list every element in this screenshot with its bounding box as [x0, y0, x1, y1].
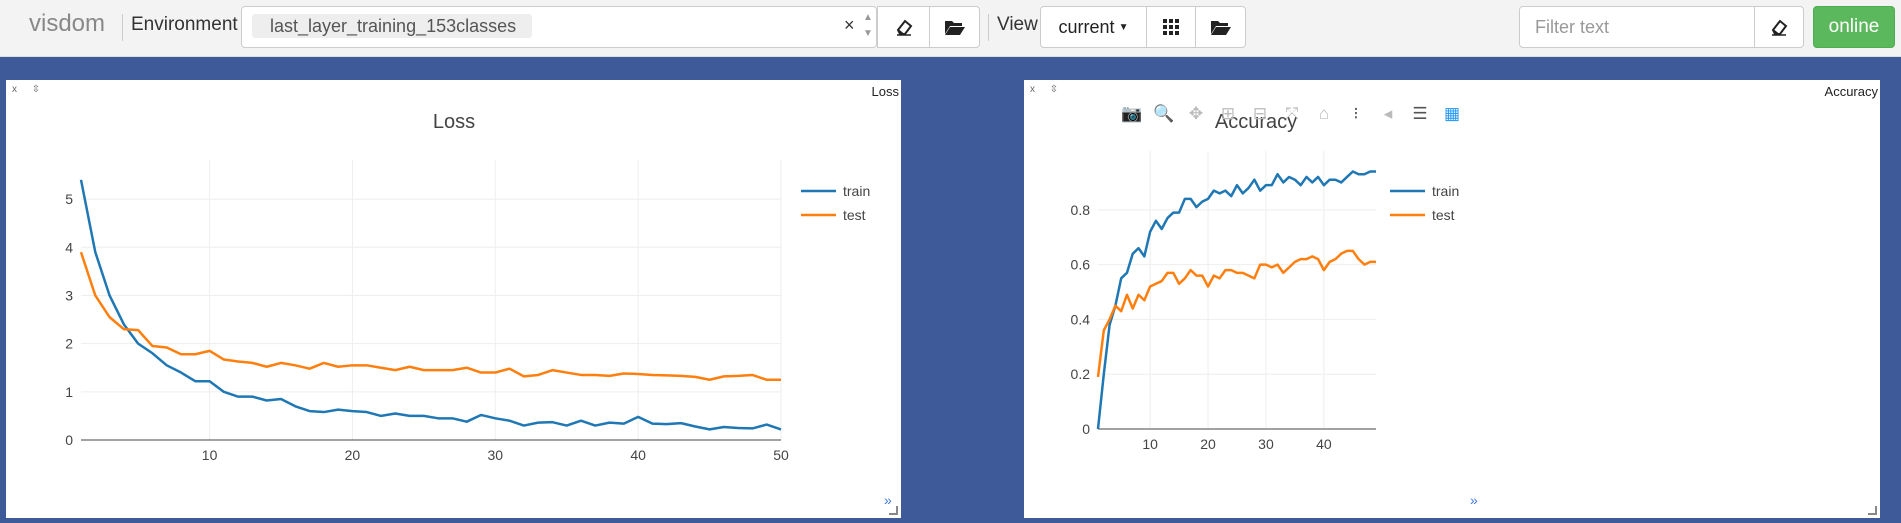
clear-filter-button[interactable]: [1754, 6, 1804, 48]
accuracy-chart[interactable]: 10 20 30 4000.20.40.60.8Accuracytraintest: [1024, 80, 1880, 518]
x-tick-label: 10: [1142, 436, 1158, 452]
y-tick-label: 0.6: [1071, 257, 1091, 273]
y-tick-label: 4: [65, 239, 73, 255]
pan-icon[interactable]: ✥: [1180, 102, 1212, 126]
filter-field[interactable]: [1519, 6, 1755, 48]
zoom-in-icon[interactable]: ⊞: [1212, 102, 1244, 126]
expand-icon[interactable]: »: [1470, 492, 1478, 508]
y-tick-label: 0: [65, 432, 73, 448]
x-tick-label: 20: [345, 447, 361, 463]
x-tick-label: 30: [1258, 436, 1274, 452]
y-tick-label: 1: [65, 384, 73, 400]
reset-axes-icon[interactable]: ⌂: [1308, 102, 1340, 126]
x-tick-label: 20: [1200, 436, 1216, 452]
x-tick-label: 10: [202, 447, 218, 463]
plotly-logo-icon[interactable]: ▦: [1436, 102, 1468, 126]
y-tick-label: 0.4: [1071, 311, 1091, 327]
legend-label-test: test: [1432, 207, 1455, 223]
y-tick-label: 3: [65, 287, 73, 303]
eraser-icon: [896, 19, 912, 36]
view-label: View: [997, 14, 1038, 35]
autoscale-icon[interactable]: ⤧: [1276, 102, 1308, 126]
hover-compare-icon[interactable]: ☰: [1404, 102, 1436, 126]
y-tick-label: 5: [65, 191, 73, 207]
zoom-out-icon[interactable]: ⊟: [1244, 102, 1276, 126]
environment-select[interactable]: last_layer_training_153classes × ▲ ▼: [241, 6, 877, 48]
filter-input[interactable]: [1533, 16, 1737, 39]
online-status-button[interactable]: online: [1813, 6, 1895, 48]
caret-down-icon: ▼: [1118, 21, 1129, 33]
zoom-icon[interactable]: 🔍: [1148, 102, 1180, 126]
x-tick-label: 40: [630, 447, 646, 463]
folder-open-icon: [944, 21, 965, 35]
app-logo: visdom: [29, 10, 106, 37]
view-dropdown[interactable]: current ▼: [1040, 6, 1147, 48]
legend-label-train: train: [1432, 183, 1459, 199]
spike-lines-icon[interactable]: ⁝: [1340, 102, 1372, 126]
divider: [122, 14, 123, 41]
resize-handle[interactable]: [1868, 506, 1877, 515]
folder-open-icon: [1210, 21, 1231, 35]
open-env-button[interactable]: [929, 6, 980, 48]
legend-label-test: test: [843, 207, 866, 223]
legend-label-train: train: [843, 183, 870, 199]
grid-icon: [1163, 19, 1179, 35]
environment-chip[interactable]: last_layer_training_153classes: [252, 14, 533, 38]
x-tick-label: 30: [487, 447, 503, 463]
divider: [988, 14, 989, 41]
clear-env-button[interactable]: [877, 6, 930, 48]
x-tick-label: 50: [773, 447, 789, 463]
plot-modebar: 📷 🔍 ✥ ⊞ ⊟ ⤧ ⌂ ⁝ ◂ ☰ ▦: [1116, 102, 1468, 126]
y-tick-label: 0.8: [1071, 202, 1091, 218]
y-tick-label: 2: [65, 336, 73, 352]
y-tick-label: 0: [1082, 421, 1090, 437]
y-tick-label: 0.2: [1071, 366, 1091, 382]
view-value: current: [1058, 16, 1115, 37]
clear-environment-icon[interactable]: ×: [844, 15, 855, 36]
hover-closest-icon[interactable]: ◂: [1372, 102, 1404, 126]
eraser-icon: [1771, 19, 1788, 36]
x-tick-label: 40: [1316, 436, 1332, 452]
loss-pane: x ⇳ Loss 10 20 30 40 50 0 1 2 3 4 5 Loss train test »: [6, 80, 901, 518]
environment-dropdown-arrow-icon[interactable]: ▲ ▼: [863, 10, 875, 42]
top-toolbar: visdom Environment last_layer_training_1…: [0, 0, 1901, 57]
repack-button[interactable]: [1146, 6, 1196, 48]
resize-handle[interactable]: [889, 506, 898, 515]
accuracy-pane: x ⇳ Accuracy 10 20 30 40 0 0.2 0.4 0.6 0.8 Accura…: [1024, 80, 1880, 518]
environment-label: Environment: [131, 14, 238, 35]
chart-title: Loss: [433, 111, 475, 133]
camera-icon[interactable]: 📷: [1116, 102, 1148, 126]
series-line-test: [79, 251, 781, 382]
loss-chart[interactable]: 10 20 30 40 50 0 1 2 3 4 5 Loss train test: [6, 80, 901, 518]
series-line-test: [1096, 249, 1376, 378]
open-view-button[interactable]: [1195, 6, 1246, 48]
